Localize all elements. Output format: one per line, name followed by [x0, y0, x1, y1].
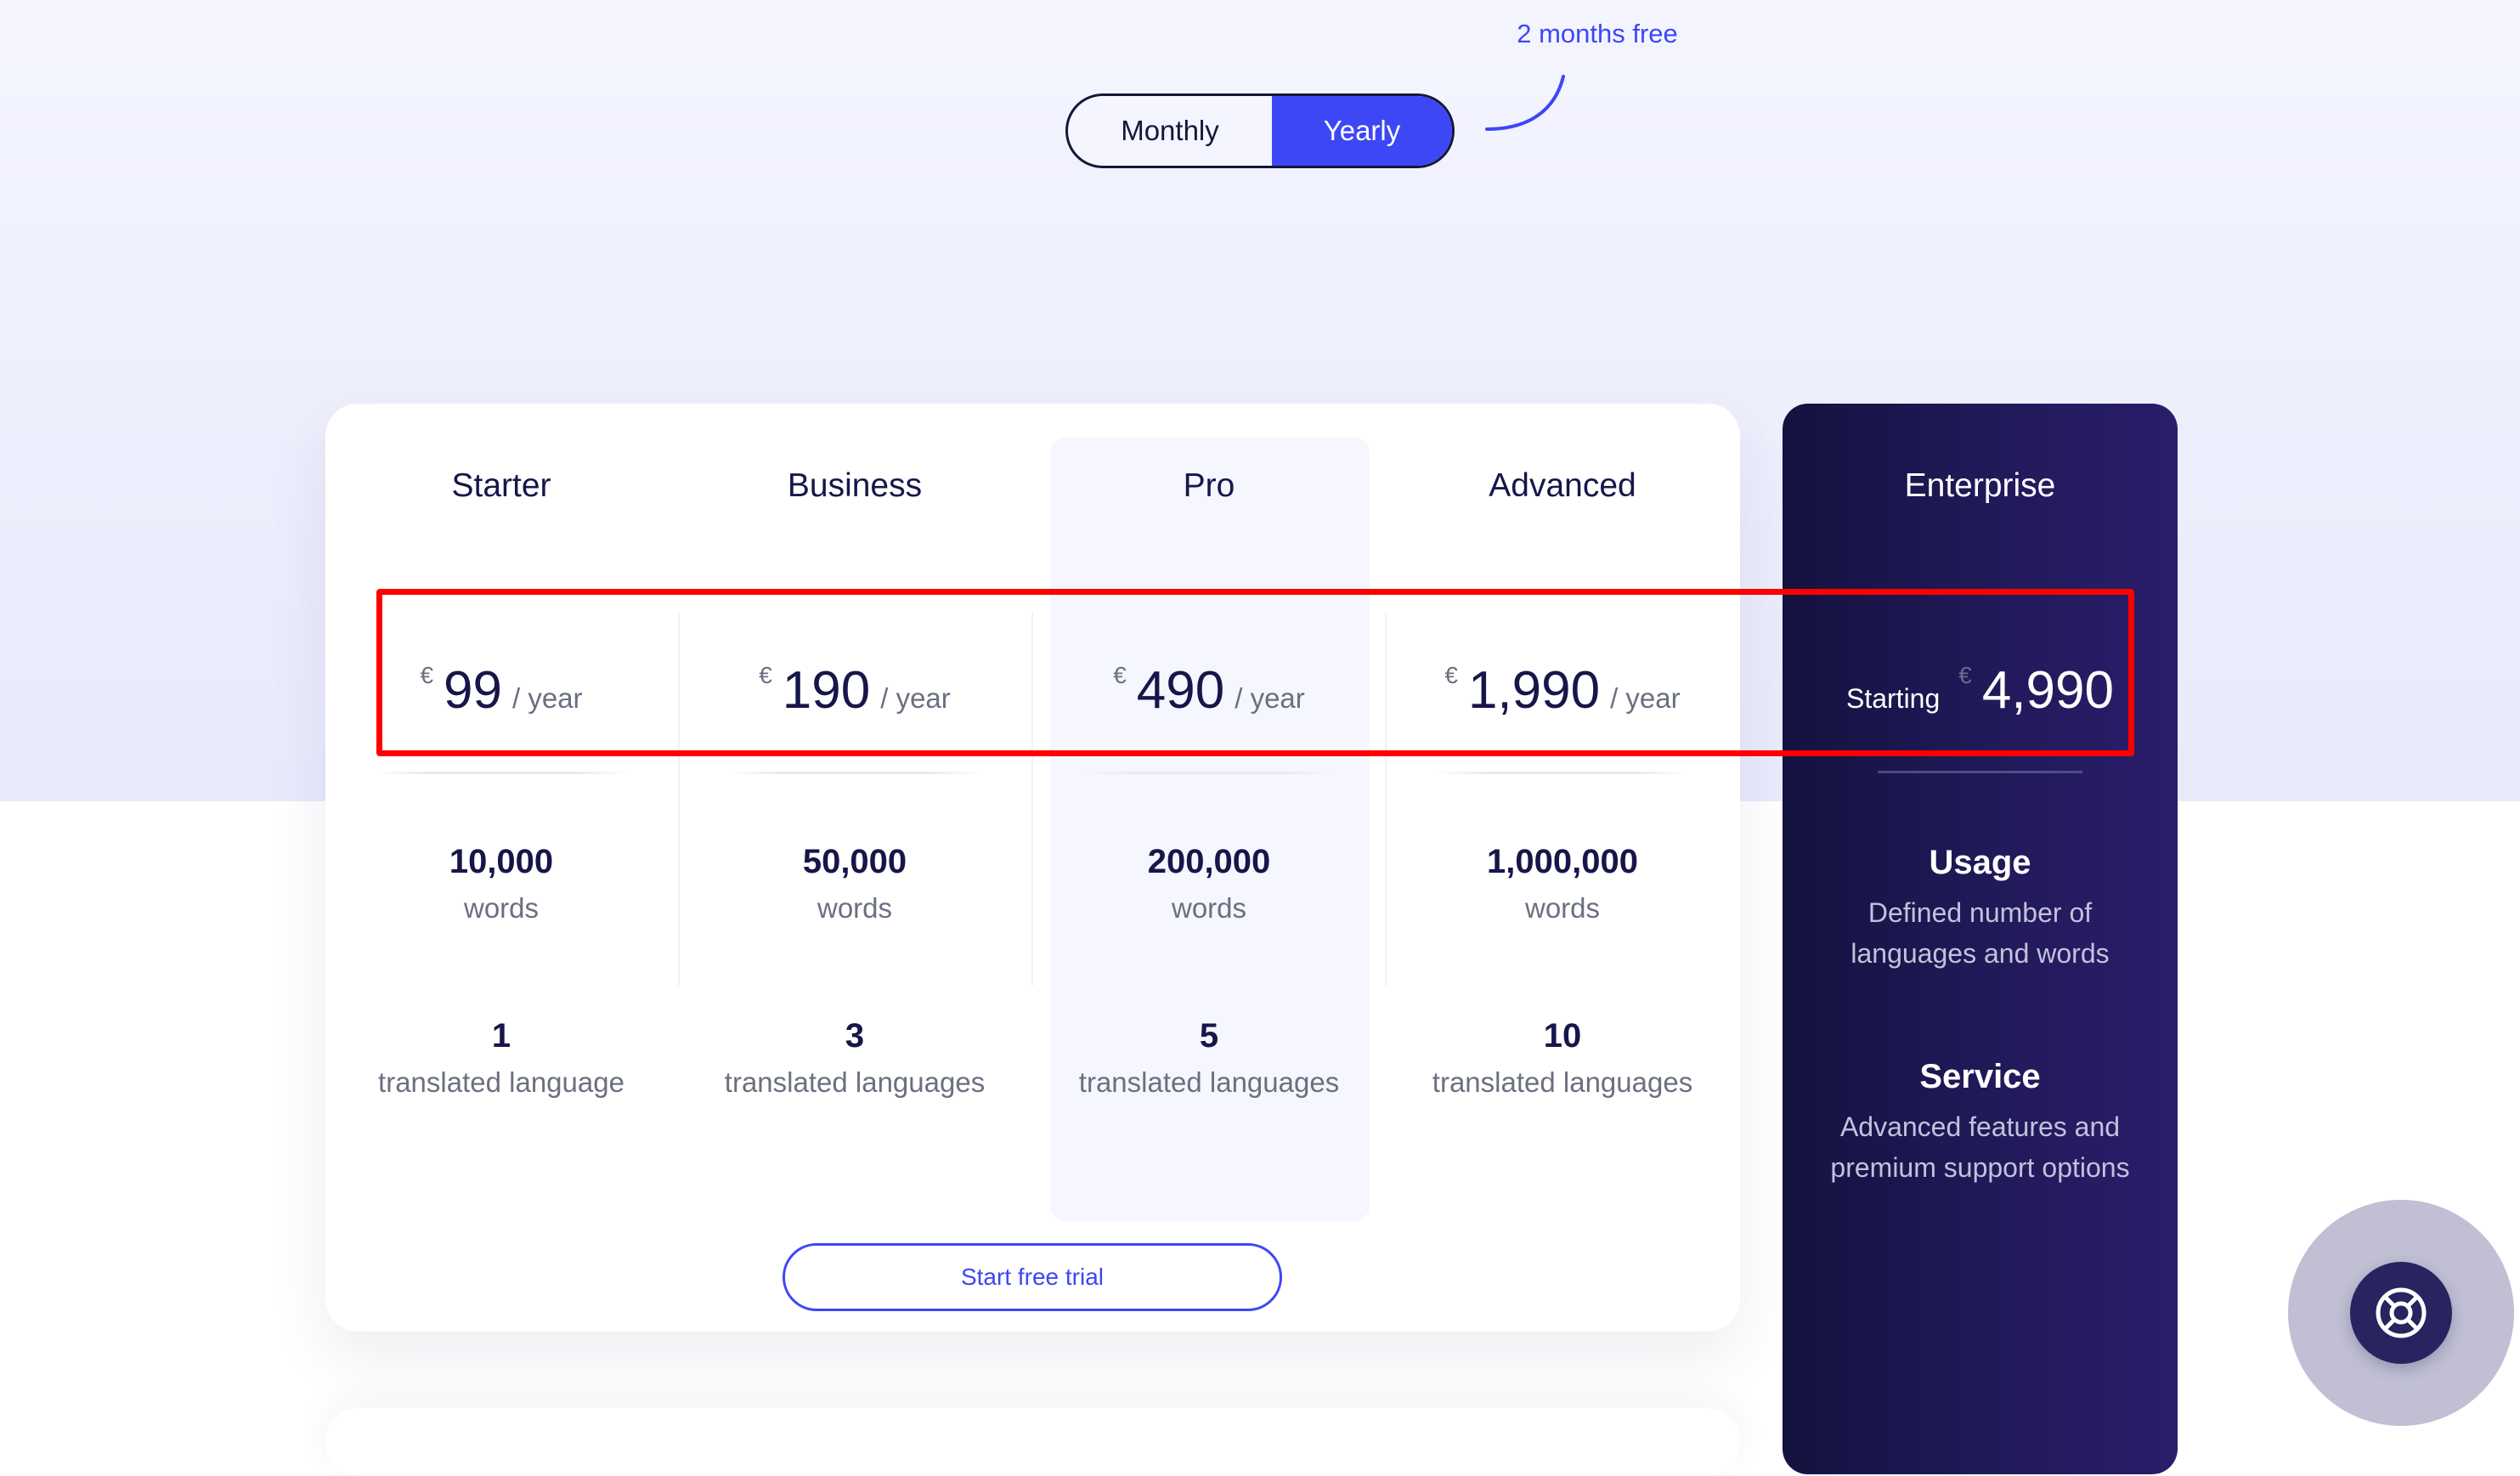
- start-free-trial-button[interactable]: Start free trial: [783, 1243, 1282, 1311]
- price-amount: 99: [444, 661, 502, 720]
- plan-price: € 99 / year: [325, 660, 678, 721]
- currency-symbol: €: [759, 662, 772, 688]
- price-amount: 490: [1136, 661, 1225, 720]
- currency-symbol: €: [1113, 662, 1127, 688]
- languages-count: 10: [1543, 1017, 1582, 1055]
- enterprise-price: Starting € 4,990: [1783, 660, 2178, 721]
- words-count: 10,000: [449, 843, 554, 880]
- next-section-card: [325, 1408, 1740, 1476]
- words-label: words: [1171, 892, 1247, 924]
- languages-label: translated languages: [1078, 1066, 1340, 1098]
- feature-description-service: Advanced features and premium support op…: [1830, 1111, 2130, 1183]
- price-amount: 1,990: [1467, 661, 1601, 720]
- plan-name: Advanced: [1489, 467, 1636, 504]
- currency-symbol: €: [1958, 662, 1972, 688]
- languages-count: 5: [1199, 1017, 1219, 1055]
- promo-arrow-icon: [1485, 75, 1565, 131]
- price-period: / year: [880, 682, 951, 714]
- languages-label: translated languages: [724, 1066, 986, 1098]
- feature-title-service: Service: [1919, 1058, 2041, 1095]
- feature-title-usage: Usage: [1929, 844, 2031, 881]
- words-count: 1,000,000: [1487, 843, 1638, 880]
- words-label: words: [816, 892, 893, 924]
- words-label: words: [1524, 892, 1601, 924]
- plan-name: Starter: [451, 467, 551, 504]
- languages-label: translated language: [378, 1066, 624, 1098]
- price-period: / year: [1235, 682, 1305, 714]
- divider: [1083, 772, 1335, 774]
- currency-symbol: €: [420, 662, 434, 688]
- divider: [1878, 771, 2082, 773]
- words-count: 50,000: [802, 843, 907, 880]
- plan-name: Enterprise: [1904, 467, 2056, 504]
- toggle-yearly[interactable]: Yearly: [1272, 96, 1452, 166]
- plan-name: Pro: [1183, 467, 1235, 504]
- divider: [729, 772, 980, 774]
- billing-period-toggle[interactable]: Monthly Yearly: [1065, 93, 1455, 168]
- words-label: words: [463, 892, 540, 924]
- plan-price: € 1,990 / year: [1386, 660, 1739, 721]
- help-button[interactable]: [2350, 1262, 2452, 1364]
- price-period: / year: [1610, 682, 1681, 714]
- plan-name: Business: [787, 467, 923, 504]
- promo-note: 2 months free: [1517, 19, 1678, 48]
- divider: [1437, 772, 1688, 774]
- price-period: / year: [512, 682, 583, 714]
- feature-description-usage: Defined number of languages and words: [1850, 897, 2110, 969]
- languages-count: 1: [491, 1017, 511, 1055]
- plan-price: € 190 / year: [678, 660, 1031, 721]
- toggle-monthly[interactable]: Monthly: [1068, 96, 1272, 166]
- plan-price: € 490 / year: [1032, 660, 1386, 721]
- price-amount: 190: [782, 661, 871, 720]
- pro-plan-highlight: [1050, 438, 1370, 1221]
- languages-count: 3: [845, 1017, 865, 1055]
- enterprise-plan-card: Enterprise Starting € 4,990 Usage Define…: [1783, 404, 2178, 1474]
- words-count: 200,000: [1147, 843, 1271, 880]
- price-amount: 4,990: [1981, 661, 2114, 720]
- currency-symbol: €: [1444, 662, 1458, 688]
- languages-label: translated languages: [1432, 1066, 1693, 1098]
- starting-label: Starting: [1845, 683, 1941, 714]
- lifebuoy-icon: [2376, 1287, 2427, 1338]
- divider: [376, 772, 627, 774]
